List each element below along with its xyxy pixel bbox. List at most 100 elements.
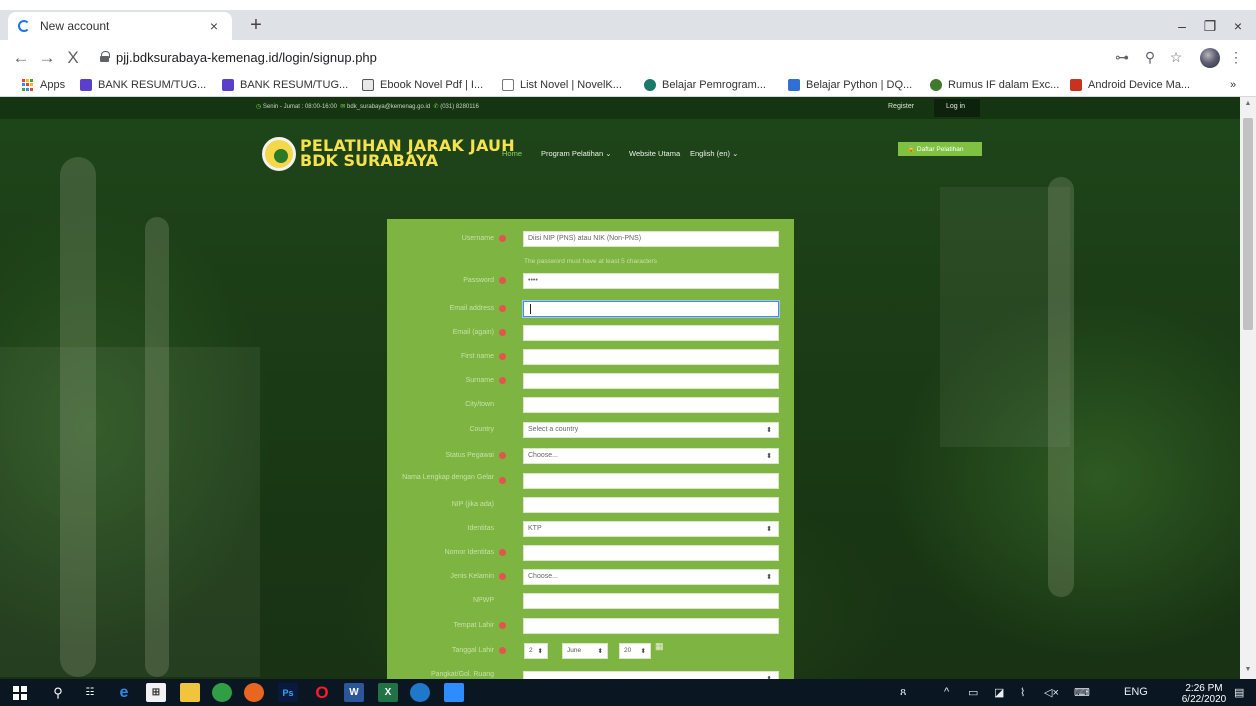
lock-icon[interactable] bbox=[100, 51, 110, 62]
word-icon[interactable]: W bbox=[344, 683, 364, 702]
field-city: City/town bbox=[387, 397, 794, 417]
photoshop-icon[interactable]: Ps bbox=[278, 683, 298, 702]
firefox-icon[interactable] bbox=[244, 683, 264, 702]
excel-icon[interactable]: X bbox=[378, 683, 398, 702]
wifi-icon[interactable]: ⌇ bbox=[1020, 686, 1025, 699]
file-explorer-icon[interactable] bbox=[180, 683, 200, 702]
rank-select[interactable]: ⬍ bbox=[523, 671, 779, 679]
key-icon[interactable]: ⊶ bbox=[1112, 49, 1132, 66]
npwp-input[interactable] bbox=[523, 593, 779, 609]
email-input[interactable] bbox=[523, 301, 779, 317]
browser-menu-icon[interactable]: ⋮ bbox=[1226, 49, 1246, 66]
email-again-input[interactable] bbox=[523, 325, 779, 341]
zoom-icon[interactable]: ⚲ bbox=[1140, 49, 1160, 66]
notification-icon[interactable]: ▤ bbox=[1234, 686, 1244, 699]
windows-start-icon[interactable] bbox=[10, 683, 30, 702]
select-arrow-icon: ⬍ bbox=[766, 526, 772, 533]
book-icon bbox=[362, 79, 374, 91]
search-icon[interactable]: ⚲ bbox=[48, 683, 68, 702]
birthplace-label: Tempat Lahir bbox=[453, 622, 494, 629]
field-birthplace: Tempat Lahir bbox=[387, 618, 794, 638]
first-name-input[interactable] bbox=[523, 349, 779, 365]
keyboard-icon[interactable]: ⌨ bbox=[1074, 686, 1090, 699]
birth-day-select[interactable]: 2 ⬍ bbox=[524, 643, 548, 659]
restore-button[interactable]: ❐ bbox=[1196, 18, 1224, 35]
select-arrow-icon: ⬍ bbox=[766, 574, 772, 581]
bookmark-item[interactable]: Belajar Python | DQ... bbox=[788, 79, 912, 91]
city-input[interactable] bbox=[523, 397, 779, 413]
site-title-line2[interactable]: BDK SURABAYA bbox=[300, 151, 438, 170]
tray-chevron-icon[interactable]: ^ bbox=[944, 686, 949, 698]
scrollbar-thumb[interactable] bbox=[1243, 118, 1253, 330]
field-full-name: Nama Lengkap dengan Gelar bbox=[387, 473, 794, 493]
full-name-input[interactable] bbox=[523, 473, 779, 489]
username-input[interactable]: Diisi NIP (PNS) atau NIK (Non-PNS) bbox=[523, 231, 779, 247]
store-icon[interactable]: ⊞ bbox=[146, 683, 166, 702]
email-label: Email address bbox=[449, 305, 494, 312]
bookmark-item[interactable]: Ebook Novel Pdf | I... bbox=[362, 79, 483, 91]
app-icon[interactable] bbox=[410, 683, 430, 702]
nip-input[interactable] bbox=[523, 497, 779, 513]
birth-month-select[interactable]: June ⬍ bbox=[562, 643, 608, 659]
register-link[interactable]: Register bbox=[888, 103, 914, 110]
bookmark-item[interactable]: Belajar Pemrogram... bbox=[644, 79, 766, 91]
chrome-icon[interactable] bbox=[212, 683, 232, 702]
field-email: Email address bbox=[387, 301, 794, 321]
stop-button[interactable]: X bbox=[62, 48, 84, 68]
bookmark-item[interactable]: BANK RESUM/TUG... bbox=[80, 79, 206, 91]
gender-select[interactable]: Choose... ⬍ bbox=[523, 569, 779, 585]
login-link[interactable]: Log in bbox=[934, 99, 980, 117]
close-window-button[interactable]: × bbox=[1224, 18, 1252, 34]
status-pegawai-select[interactable]: Choose... ⬍ bbox=[523, 448, 779, 464]
battery-icon[interactable]: ▭ bbox=[968, 686, 978, 699]
forward-button[interactable]: → bbox=[36, 48, 58, 68]
bookmarks-overflow-button[interactable]: » bbox=[1230, 79, 1236, 91]
menu-program-pelatihan[interactable]: Program Pelatihan ⌄ bbox=[541, 149, 612, 158]
status-label: Status Pegawai bbox=[445, 452, 494, 459]
contact-email[interactable]: bdk_surabaya@kemenag.go.id bbox=[347, 104, 430, 110]
input-language[interactable]: ENG bbox=[1124, 686, 1148, 698]
required-icon bbox=[499, 329, 506, 336]
full-name-label: Nama Lengkap dengan Gelar bbox=[402, 474, 494, 481]
volume-icon[interactable]: ◁× bbox=[1044, 686, 1059, 699]
bookmark-item[interactable]: BANK RESUM/TUG... bbox=[222, 79, 348, 91]
surname-label: Surname bbox=[465, 377, 494, 384]
profile-avatar[interactable] bbox=[1200, 48, 1220, 68]
identity-number-input[interactable] bbox=[523, 545, 779, 561]
password-input[interactable]: •••• bbox=[523, 273, 779, 289]
new-tab-button[interactable]: + bbox=[244, 14, 268, 36]
zoom-app-icon[interactable] bbox=[444, 683, 464, 702]
dq-icon bbox=[788, 79, 800, 91]
menu-home[interactable]: Home bbox=[502, 149, 522, 158]
tab-close-icon[interactable]: × bbox=[206, 18, 222, 34]
scroll-up-arrow-icon[interactable]: ▲ bbox=[1243, 100, 1253, 107]
bookmark-item[interactable]: Android Device Ma... bbox=[1070, 79, 1190, 91]
menu-website-utama[interactable]: Website Utama bbox=[629, 149, 680, 158]
task-view-icon[interactable]: ☷ bbox=[80, 683, 100, 702]
bookmark-star-icon[interactable]: ☆ bbox=[1166, 49, 1186, 66]
birth-year-select[interactable]: 20 ⬍ bbox=[619, 643, 651, 659]
system-clock[interactable]: 2:26 PM 6/22/2020 bbox=[1180, 683, 1228, 705]
bookmark-label: Apps bbox=[40, 79, 66, 91]
opera-icon[interactable]: O bbox=[312, 683, 332, 702]
bookmark-item[interactable]: Rumus IF dalam Exc... bbox=[930, 79, 1059, 91]
people-icon[interactable]: ጸ bbox=[900, 686, 906, 699]
bookmark-apps[interactable]: Apps bbox=[22, 79, 65, 91]
scroll-down-arrow-icon[interactable]: ▼ bbox=[1243, 666, 1253, 673]
edge-icon[interactable]: e bbox=[114, 683, 134, 702]
surname-input[interactable] bbox=[523, 373, 779, 389]
birthplace-input[interactable] bbox=[523, 618, 779, 634]
kemenag-logo[interactable] bbox=[262, 137, 296, 171]
network-icon[interactable]: ◪ bbox=[994, 686, 1004, 699]
tab-new-account[interactable]: New account × bbox=[8, 12, 232, 40]
menu-language[interactable]: English (en) ⌄ bbox=[690, 149, 738, 158]
country-select[interactable]: Select a country ⬍ bbox=[523, 422, 779, 438]
bookmark-item[interactable]: List Novel | NovelK... bbox=[502, 79, 622, 91]
url-field[interactable]: pjj.bdksurabaya-kemenag.id/login/signup.… bbox=[116, 50, 377, 65]
daftar-pelatihan-button[interactable]: 🔒 Daftar Pelatihan bbox=[898, 142, 982, 156]
minimize-button[interactable]: – bbox=[1168, 18, 1196, 34]
field-first-name: First name bbox=[387, 349, 794, 369]
back-button[interactable]: ← bbox=[10, 48, 32, 68]
identity-select[interactable]: KTP ⬍ bbox=[523, 521, 779, 537]
calendar-icon[interactable]: ▦ bbox=[655, 641, 664, 652]
